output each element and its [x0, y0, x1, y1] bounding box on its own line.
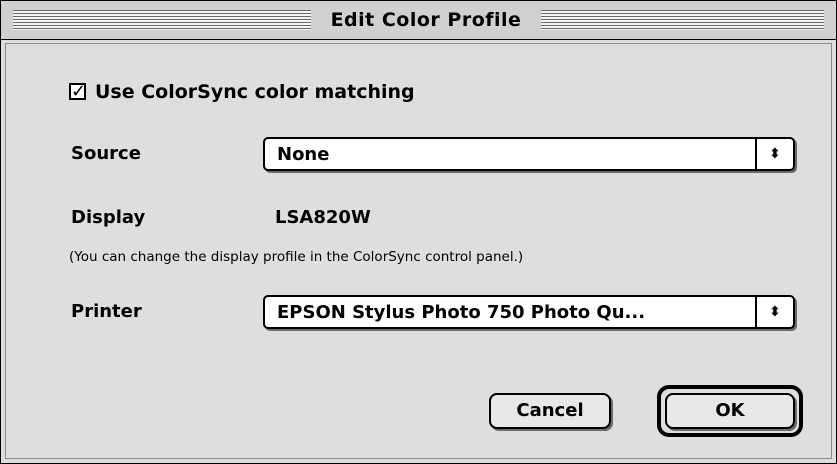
source-popup-value: None [277, 144, 330, 165]
edit-color-profile-dialog: Edit Color Profile ✓ Use ColorSync color… [0, 0, 837, 464]
colorsync-checkbox[interactable]: ✓ [69, 83, 86, 101]
updown-arrows-icon: ⬍ [755, 297, 793, 327]
display-profile-value: LSA820W [275, 207, 371, 228]
source-popup[interactable]: None ⬍ [263, 137, 795, 171]
cancel-button[interactable]: Cancel [489, 393, 611, 429]
source-label: Source [71, 143, 141, 164]
display-profile-note: (You can change the display profile in t… [69, 249, 524, 265]
updown-arrows-icon: ⬍ [755, 139, 793, 169]
title-bar[interactable]: Edit Color Profile [1, 1, 836, 40]
display-label: Display [71, 207, 146, 228]
printer-popup-value: EPSON Stylus Photo 750 Photo Qu... [277, 302, 646, 323]
title-bar-stripes-left [13, 10, 311, 30]
printer-label: Printer [71, 301, 142, 322]
colorsync-checkbox-label[interactable]: Use ColorSync color matching [95, 81, 415, 103]
dialog-title: Edit Color Profile [311, 7, 541, 33]
ok-button[interactable]: OK [665, 393, 795, 429]
printer-popup[interactable]: EPSON Stylus Photo 750 Photo Qu... ⬍ [263, 295, 795, 329]
title-bar-stripes-right [541, 10, 824, 30]
